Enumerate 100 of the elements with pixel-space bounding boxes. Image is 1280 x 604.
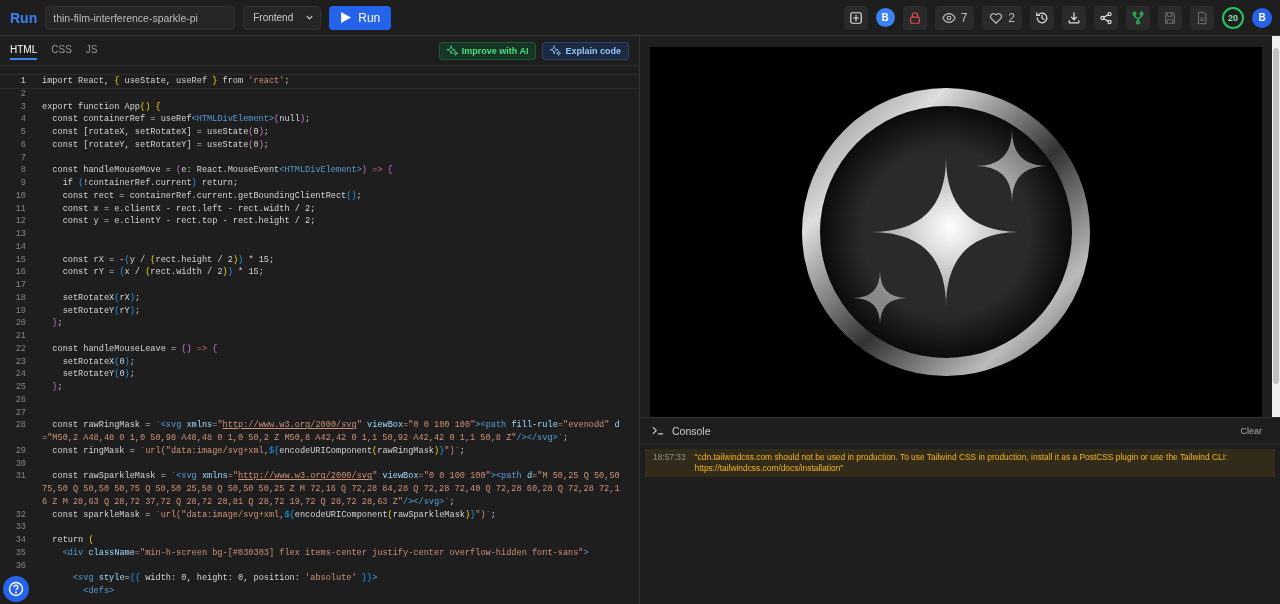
file-icon	[1195, 10, 1209, 25]
lock-icon	[907, 10, 922, 25]
code-line: const x = e.clientX - rect.left - rect.width / 2;	[61, 202, 317, 216]
editor-tab[interactable]: CSS	[51, 41, 72, 60]
lock-button[interactable]	[902, 5, 927, 30]
improve-with-ai-button[interactable]: Improve with AI	[438, 41, 537, 60]
user-avatar[interactable]: B	[1252, 7, 1272, 28]
editor-tab[interactable]: HTML	[10, 41, 38, 60]
line-number: 23	[15, 356, 26, 367]
line-number: 20	[15, 318, 26, 329]
code-line: const containerRef = useRef<HTMLDivElement>(null);	[51, 113, 312, 126]
line-number: 8	[20, 165, 26, 176]
plus-square-icon	[848, 10, 863, 25]
line-number: 3	[20, 101, 26, 112]
code-line: export function App() {	[42, 100, 162, 114]
history-icon	[1035, 10, 1049, 25]
line-number: 2	[20, 88, 26, 99]
code-line: setRotateY(0);	[61, 368, 136, 381]
code-line: const rY = (x / (rect.width / 2)) * 15;	[61, 266, 265, 279]
heart-count-button[interactable]: 2	[982, 5, 1022, 30]
download-button[interactable]	[1062, 5, 1086, 30]
explain-code-button[interactable]: Explain code	[542, 41, 629, 60]
terminal-icon	[652, 426, 664, 435]
credits-badge[interactable]: 20	[1222, 6, 1244, 29]
sparkle-icon	[550, 45, 562, 56]
line-number: 34	[15, 535, 26, 545]
line-number: 21	[15, 331, 26, 341]
code-line: <svg style={{ width: 0, height: 0, position: 'absolute' }}>	[71, 572, 379, 585]
line-number: 14	[15, 241, 26, 252]
line-number: 4	[20, 114, 26, 125]
line-number: 28	[15, 420, 26, 431]
code-line: <defs>	[82, 585, 116, 598]
timestamp: 18:57:33	[653, 452, 686, 464]
project-name-field[interactable]: thin-film-interference-sparkle-pi	[45, 5, 236, 30]
code-line: if (!containerRef.current) return;	[61, 177, 240, 190]
line-number: 7	[20, 152, 26, 163]
eye-icon	[941, 10, 956, 25]
code-line: const [rotateX, setRotateX] = useState(0);	[51, 126, 270, 139]
clear-button[interactable]: Clear	[1234, 424, 1268, 437]
line-number: 15	[15, 254, 26, 265]
line-number: 1	[20, 76, 26, 86]
plus-square-button[interactable]	[843, 5, 868, 30]
line-number: 22	[15, 343, 26, 354]
line-number: 24	[15, 369, 26, 380]
code-line: const rawRingMask = `<svg xmlns="http://www.w3.org/2000/svg" viewBox="0 0 100 100"><path fill-rule="evenodd" d ="M50,2 A48,48 0 1,0 50,98 A48,48 0 1,0 50,2 Z M50,8 A42,42 0 1,1 50,92 A42,42 0 1,1 50,8 Z"/></svg>`;	[42, 419, 621, 445]
line-number: 13	[15, 229, 26, 239]
code-line: return (	[51, 534, 95, 547]
code-line: const handleMouseMove = (e: React.MouseEvent<HTMLDivElement>) => {	[51, 164, 394, 177]
line-number: 16	[15, 267, 26, 278]
code-line: <div className="min-h-screen bg-[#030303] flex items-center justify-center overflow-hidden font-sans">	[61, 546, 590, 560]
play-icon	[340, 12, 352, 23]
user-avatar[interactable]: B	[875, 8, 895, 27]
code-line: setRotateX(rX);	[61, 291, 142, 305]
line-number: 18	[15, 292, 26, 303]
code-line: };	[51, 317, 64, 330]
eye-count-button[interactable]: 7	[934, 5, 975, 30]
line-number: 25	[15, 382, 26, 392]
line-number: 27	[15, 407, 26, 418]
line-number: 31	[15, 471, 26, 482]
sparkle-icon	[446, 45, 458, 56]
save-icon	[1163, 10, 1177, 25]
code-line: const [rotateY, setRotateY] = useState(0);	[51, 138, 270, 152]
line-number: 30	[15, 458, 26, 469]
app-logo[interactable]: Run	[10, 9, 38, 26]
fork-button[interactable]	[1126, 5, 1150, 30]
scrollbar[interactable]	[1272, 36, 1280, 417]
history-button[interactable]	[1030, 5, 1054, 30]
line-number: 9	[20, 178, 26, 188]
code-line: const sparkleMask = `url("data:image/svg+xml,${encodeURIComponent(rawSparkleMask)}")`;	[51, 508, 497, 522]
help-button[interactable]	[3, 576, 29, 602]
line-number: 32	[15, 509, 26, 520]
editor-tab[interactable]: JS	[85, 41, 98, 60]
line-number: 35	[15, 547, 26, 558]
help-icon	[8, 581, 24, 597]
console-message-text: "cdn.tailwindcss.com should not be used in production. To use Tailwind CSS in production, install it as a PostCSS plugin or use the Tailwind CLI: https://tailwindcss.com/docs/installation"	[694, 452, 1229, 474]
code-line: import React, { useState, useRef } from 'react';	[42, 75, 291, 88]
line-number: 5	[20, 127, 26, 137]
line-number: 33	[15, 522, 26, 533]
line-number: 11	[15, 203, 26, 214]
share-icon	[1099, 10, 1113, 25]
code-line: const rect = containerRef.current.getBoundingClientRect();	[61, 189, 363, 203]
framework-select[interactable]: Frontend	[243, 5, 322, 30]
download-icon	[1067, 10, 1081, 25]
line-number: 29	[15, 445, 26, 456]
chevron-down-icon	[305, 13, 315, 22]
code-line: const y = e.clientY - rect.top - rect.height / 2;	[61, 215, 317, 228]
code-line: setRotateY(rY);	[61, 304, 142, 318]
line-number: 17	[15, 280, 26, 290]
line-number: 12	[15, 216, 26, 227]
code-line: setRotateX(0);	[61, 355, 136, 369]
fork-icon	[1131, 10, 1145, 25]
code-line: const rX = -(y / (rect.height / 2)) * 15;	[61, 253, 276, 267]
line-number: 19	[15, 305, 26, 316]
line-number: 36	[15, 560, 26, 571]
line-number: 6	[20, 139, 26, 150]
code-line: };	[51, 381, 64, 394]
share-button[interactable]	[1094, 5, 1118, 30]
run-button[interactable]: Run	[329, 5, 392, 30]
code-line: const rawSparkleMask = `<svg xmlns="http://www.w3.org/2000/svg" viewBox="0 0 100 100"><path d="M 50,25 Q 50,50 75,50 Q 50,50 50,75 Q 50,50 25,50 Q 50,50 50,25 Z M 72,16 Q 72,28 84,28 Q 72,28 72,40 Q 72,28 60,28 Q 72,28 72,16 Z M 28,63 Q 28,72 37,72 Q 28,72 28,81 Q 28,72 19,72 Q 28,72 28,63 Z"/></svg>`;	[42, 470, 621, 509]
line-number: 10	[15, 190, 26, 201]
